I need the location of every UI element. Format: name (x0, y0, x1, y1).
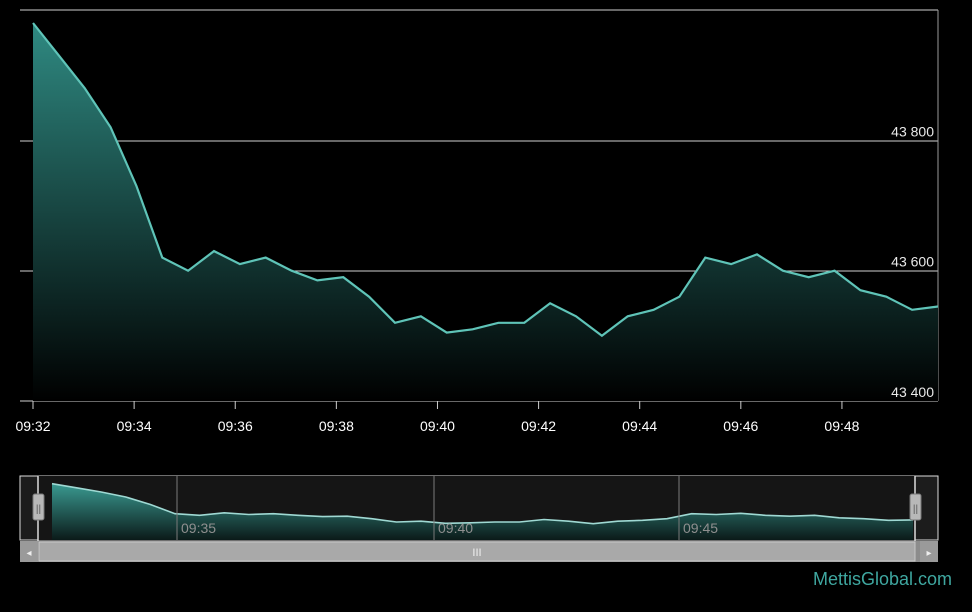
x-tick-label: 09:36 (218, 418, 253, 434)
x-axis-labels: 09:32 09:34 09:36 09:38 09:40 09:42 09:44 09:46… (15, 401, 860, 434)
navigator-right-handle[interactable]: || (909, 493, 922, 521)
scrollbar-grip-icon[interactable]: III (472, 547, 481, 559)
x-tick-label: 09:38 (319, 418, 354, 434)
brand-watermark: MettisGlobal.com (812, 569, 952, 589)
x-tick-label: 09:44 (622, 418, 657, 434)
x-tick-label: 09:40 (420, 418, 455, 434)
right-handle-grip: || (913, 504, 918, 515)
navigator-tick-2: 09:40 (438, 520, 473, 536)
scrollbar[interactable]: ◂ III ▸ (20, 541, 938, 562)
y-tick-label: 43 800 (891, 123, 934, 139)
scroll-right-arrow-icon[interactable]: ▸ (926, 548, 931, 559)
navigator-left-handle[interactable]: || (32, 493, 45, 521)
scroll-left-arrow-icon[interactable]: ◂ (26, 548, 31, 559)
navigator-tick-1: 09:35 (181, 520, 216, 536)
price-area (33, 23, 938, 401)
x-tick-label: 09:42 (521, 418, 556, 434)
y-tick-label: 43 600 (891, 254, 934, 270)
navigator-tick-3: 09:45 (683, 520, 718, 536)
x-tick-label: 09:46 (723, 418, 758, 434)
stock-chart: 43 40043 60043 800 09:32 09:34 09:36 09:38 0… (15, 9, 939, 562)
x-tick-label: 09:48 (824, 418, 859, 434)
x-tick-label: 09:34 (117, 418, 152, 434)
left-handle-grip: || (36, 504, 41, 515)
x-tick-label: 09:32 (15, 418, 50, 434)
y-tick-label: 43 400 (891, 384, 934, 400)
